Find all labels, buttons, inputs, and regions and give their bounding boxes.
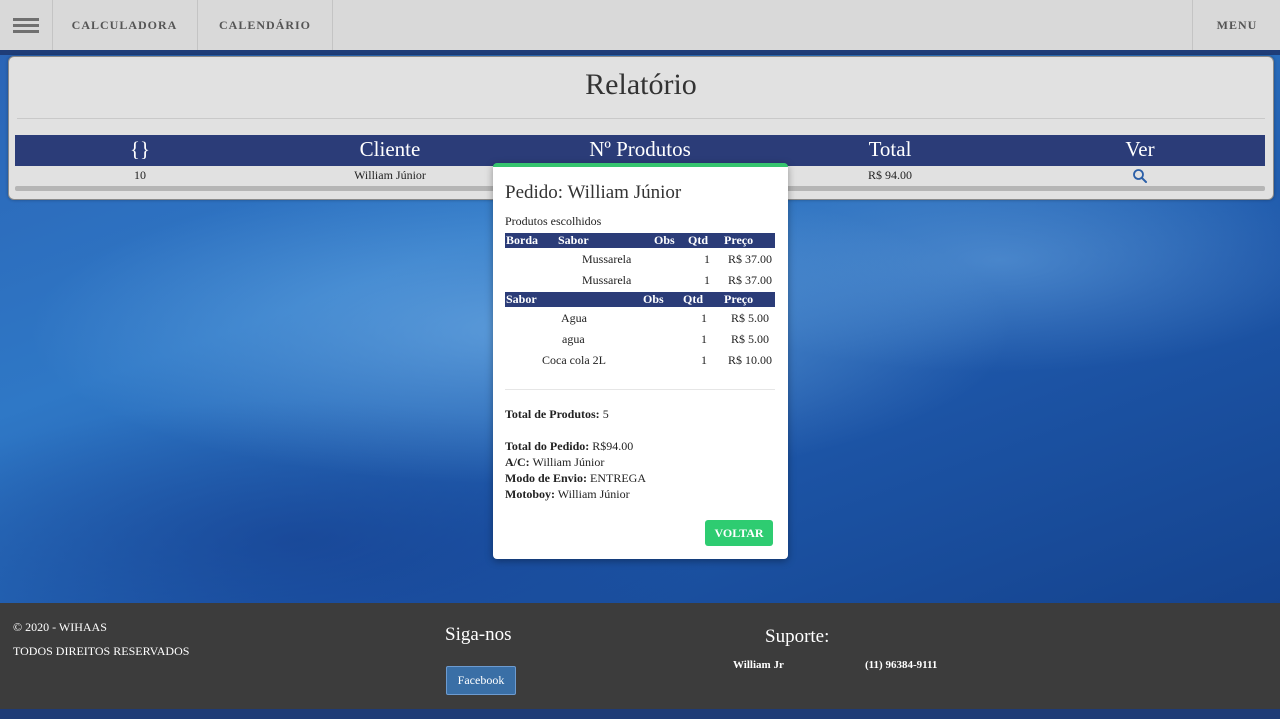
footer: © 2020 - WIHAAS TODOS DIREITOS RESERVADO… bbox=[0, 603, 1280, 709]
header-obs: Obs bbox=[643, 292, 664, 306]
hamburger-menu-icon[interactable] bbox=[0, 0, 53, 50]
motoboy-value: William Júnior bbox=[557, 487, 630, 501]
header-preco: Preço bbox=[724, 292, 754, 306]
support-title: Suporte: bbox=[765, 626, 830, 647]
page-title: Relatório bbox=[585, 68, 697, 101]
cell-total: R$ 94.00 bbox=[867, 168, 912, 182]
column-header-produtos: Nº Produtos bbox=[589, 137, 691, 161]
cell-sabor: Mussarela bbox=[582, 252, 632, 266]
cell-qtd: 1 bbox=[701, 311, 707, 325]
search-icon[interactable] bbox=[1132, 168, 1148, 184]
drink-row: Agua 1 R$ 5.00 bbox=[505, 308, 775, 329]
nav-calendario[interactable]: CALENDÁRIO bbox=[198, 0, 333, 50]
cell-sabor: Agua bbox=[561, 311, 587, 325]
nav-calculadora[interactable]: CALCULADORA bbox=[52, 0, 198, 50]
column-header-cliente: Cliente bbox=[359, 137, 421, 161]
envio-value: ENTREGA bbox=[590, 471, 647, 485]
drink-row: agua 1 R$ 5.00 bbox=[505, 329, 775, 350]
divider bbox=[505, 389, 775, 390]
nav-menu[interactable]: MENU bbox=[1192, 0, 1280, 50]
pizza-row: Mussarela 1 R$ 37.00 bbox=[505, 249, 775, 270]
header-preco: Preço bbox=[724, 233, 754, 247]
cell-sabor: Coca cola 2L bbox=[542, 353, 606, 367]
drink-row: Coca cola 2L 1 R$ 10.00 bbox=[505, 350, 775, 371]
support-phone: (11) 96384-9111 bbox=[865, 659, 938, 671]
header-qtd: Qtd bbox=[688, 233, 709, 247]
drink-table-header: Sabor Obs Qtd Preço bbox=[505, 292, 775, 307]
header-obs: Obs bbox=[654, 233, 675, 247]
divider bbox=[17, 118, 1265, 119]
total-pedido-value: R$94.00 bbox=[592, 439, 634, 453]
envio-label: Modo de Envio: bbox=[505, 471, 588, 485]
ac-label: A/C: bbox=[505, 455, 530, 469]
facebook-button[interactable]: Facebook bbox=[446, 666, 516, 695]
total-pedido-label: Total do Pedido: bbox=[505, 439, 590, 453]
rights-reserved: TODOS DIREITOS RESERVADOS bbox=[13, 644, 190, 658]
total-produtos-label: Total de Produtos: bbox=[505, 407, 600, 421]
pizza-row: Mussarela 1 R$ 37.00 bbox=[505, 270, 775, 291]
cell-qtd: 1 bbox=[701, 332, 707, 346]
support-name: William Jr bbox=[733, 659, 784, 671]
total-produtos-value: 5 bbox=[602, 407, 609, 421]
cell-preco: R$ 10.00 bbox=[728, 353, 773, 367]
cell-preco: R$ 5.00 bbox=[731, 311, 770, 325]
cell-qtd: 1 bbox=[704, 252, 710, 266]
order-summary: Total do Pedido: R$94.00 A/C: William Jú… bbox=[505, 438, 646, 502]
order-modal: Pedido: William Júnior Produtos escolhid… bbox=[493, 163, 788, 559]
cell-sabor: agua bbox=[562, 332, 585, 346]
cell-preco: R$ 37.00 bbox=[728, 252, 773, 266]
cell-qtd: 1 bbox=[704, 273, 710, 287]
follow-title: Siga-nos bbox=[445, 624, 512, 645]
column-header-id: {} bbox=[129, 137, 151, 161]
cell-sabor: Mussarela bbox=[582, 273, 632, 287]
pizza-table-header: Borda Sabor Obs Qtd Preço bbox=[505, 233, 775, 248]
report-table-header: {} Cliente Nº Produtos Total Ver bbox=[15, 135, 1265, 166]
header-sabor: Sabor bbox=[558, 233, 589, 247]
modal-title: Pedido: William Júnior bbox=[505, 182, 682, 203]
nav-accent-bar bbox=[0, 50, 1280, 55]
header-sabor: Sabor bbox=[506, 292, 537, 306]
top-navbar: CALCULADORA CALENDÁRIO MENU bbox=[0, 0, 1280, 51]
cell-ver bbox=[1015, 166, 1265, 185]
total-produtos: Total de Produtos: 5 bbox=[505, 406, 609, 422]
header-qtd: Qtd bbox=[683, 292, 704, 306]
column-header-ver: Ver bbox=[1125, 137, 1155, 161]
cell-preco: R$ 37.00 bbox=[728, 273, 773, 287]
cell-id: 10 bbox=[134, 168, 146, 182]
column-header-total: Total bbox=[868, 137, 912, 161]
ac-value: William Júnior bbox=[532, 455, 605, 469]
cell-qtd: 1 bbox=[701, 353, 707, 367]
modal-subtitle: Produtos escolhidos bbox=[505, 214, 602, 228]
copyright: © 2020 - WIHAAS bbox=[13, 620, 107, 634]
cell-preco: R$ 5.00 bbox=[731, 332, 770, 346]
footer-accent-bar bbox=[0, 709, 1280, 719]
header-borda: Borda bbox=[506, 233, 539, 247]
motoboy-label: Motoboy: bbox=[505, 487, 555, 501]
voltar-button[interactable]: VOLTAR bbox=[705, 520, 773, 546]
cell-cliente: William Júnior bbox=[354, 168, 426, 182]
